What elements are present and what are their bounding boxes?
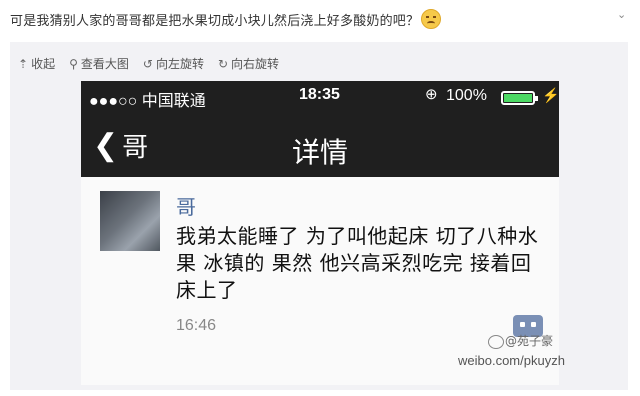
rotate-left-button[interactable]: ↺ 向左旋转 [143, 55, 204, 72]
status-bar: ●●●○○ 中国联通 18:35 ⊕ 100% ⚡ [81, 81, 559, 117]
rotate-right-label: 向右旋转 [231, 57, 280, 71]
rotate-right-icon: ↻ [217, 56, 229, 71]
arrow-up-icon: ⇡ [18, 56, 29, 71]
clock: 18:35 [299, 86, 340, 103]
view-large-button[interactable]: ⚲ 查看大图 [69, 55, 129, 72]
watermark-url: weibo.com/pkuyzh [458, 353, 565, 368]
search-icon: ⚲ [69, 56, 78, 71]
charging-bolt-icon: ⚡ [542, 87, 559, 103]
chevron-down-icon[interactable]: ⌄ [617, 8, 629, 21]
weibo-logo-icon [488, 335, 504, 349]
avatar[interactable] [100, 191, 160, 251]
collapse-button[interactable]: ⇡ 收起 [18, 55, 55, 72]
post-caption: 可是我猜别人家的哥哥都是把水果切成小块儿然后浇上好多酸奶的吧？ [10, 9, 442, 29]
image-toolbar: ⇡ 收起 ⚲ 查看大图 ↺ 向左旋转 ↻ 向右旋转 [18, 55, 279, 72]
message-time: 16:46 [176, 317, 217, 334]
carrier-label: ●●●○○ 中国联通 [89, 93, 206, 110]
rotate-left-label: 向左旋转 [155, 57, 204, 71]
nav-bar: ❮ 哥 详情 [81, 117, 559, 177]
sweat-face-emoji-icon [421, 9, 442, 29]
battery-fill [504, 94, 532, 102]
sender-name[interactable]: 哥 [176, 191, 196, 220]
rotate-left-icon: ↺ [142, 56, 153, 71]
battery-icon [501, 91, 538, 105]
message-text: 我弟太能睡了 为了叫他起床 切了八种水果 冰镇的 果然 他兴高采烈吃完 接着回床… [176, 224, 539, 302]
caption-text: 可是我猜别人家的哥哥都是把水果切成小块儿然后浇上好多酸奶的吧？ [10, 14, 420, 29]
rotation-lock-icon: ⊕ [425, 86, 438, 103]
view-large-label: 查看大图 [80, 57, 129, 71]
collapse-label: 收起 [31, 57, 56, 71]
rotate-right-button[interactable]: ↻ 向右旋转 [218, 55, 279, 72]
watermark-name: @苑子豪 [505, 334, 554, 348]
page-title: 详情 [291, 136, 348, 169]
battery-percent: 100% [446, 87, 487, 104]
